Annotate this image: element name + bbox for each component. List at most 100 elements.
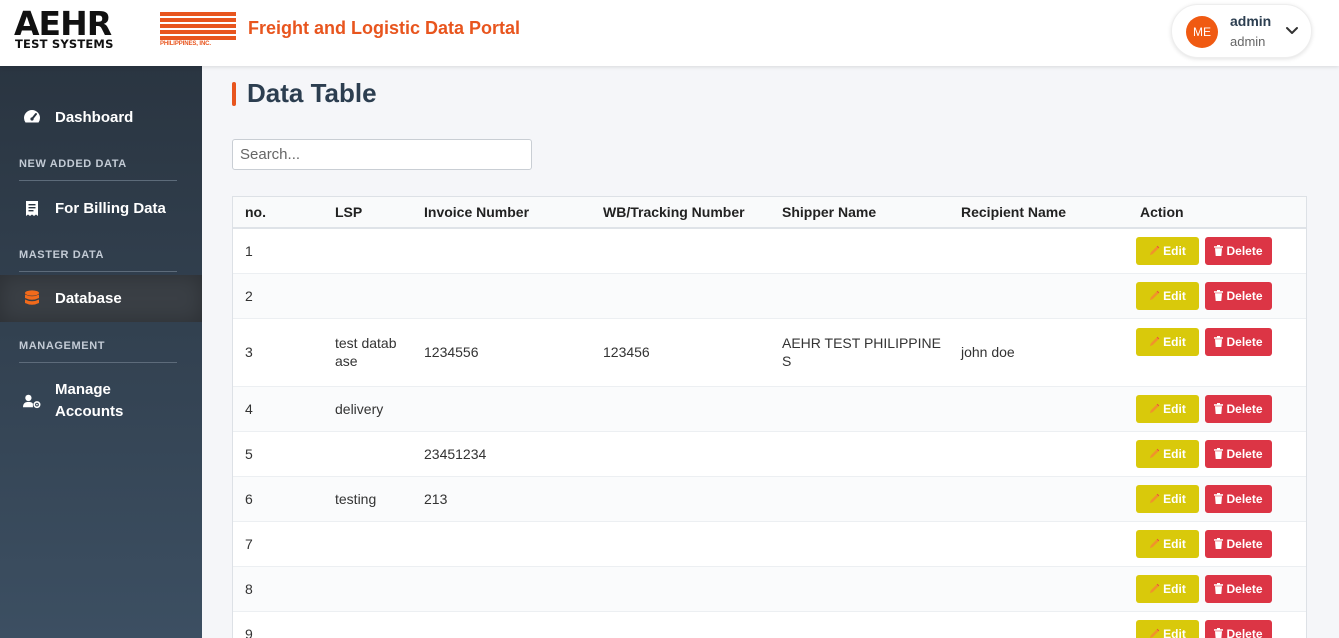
edit-button[interactable]: Edit [1136, 281, 1199, 310]
trash-icon [1214, 403, 1224, 414]
pencil-icon [1150, 493, 1160, 504]
sidebar-item-dashboard[interactable]: Dashboard [0, 96, 202, 138]
column-header[interactable]: Recipient Name [949, 197, 1128, 229]
pencil-icon [1150, 628, 1160, 638]
edit-label: Edit [1163, 626, 1186, 638]
delete-button[interactable]: Delete [1205, 439, 1272, 468]
trash-icon [1214, 448, 1224, 459]
user-menu[interactable]: ME admin admin [1171, 4, 1312, 58]
edit-button[interactable]: Edit [1136, 619, 1199, 638]
edit-button[interactable]: Edit [1136, 394, 1199, 423]
user-name: admin [1230, 13, 1272, 29]
search-input[interactable] [232, 139, 532, 170]
column-header[interactable]: Shipper Name [770, 197, 949, 229]
delete-label: Delete [1226, 626, 1263, 638]
cell-no: 8 [233, 566, 323, 612]
page-title-text: Data Table [247, 78, 377, 108]
column-header[interactable]: Action [1128, 197, 1306, 229]
delete-button[interactable]: Delete [1205, 619, 1272, 638]
trash-icon [1214, 493, 1224, 504]
cell-recipient [949, 566, 1128, 612]
delete-label: Delete [1226, 243, 1263, 258]
pencil-icon [1150, 336, 1160, 347]
sidebar-item-manage-accounts[interactable]: Manage Accounts [0, 377, 202, 425]
cell-recipient [949, 386, 1128, 432]
edit-label: Edit [1163, 401, 1186, 416]
title-accent-bar [232, 81, 236, 106]
edit-button[interactable]: Edit [1136, 574, 1199, 603]
cell-shipper: AEHR TEST PHILIPPINES [770, 318, 949, 387]
pencil-icon [1150, 290, 1160, 301]
table-row: 2 Edit Delete [233, 273, 1306, 319]
edit-button[interactable]: Edit [1136, 484, 1199, 513]
delete-button[interactable]: Delete [1205, 236, 1272, 265]
cell-invoice [412, 228, 591, 274]
trash-icon [1214, 538, 1224, 549]
cell-recipient: john doe [949, 318, 1128, 387]
cell-action: Edit Delete [1128, 318, 1306, 387]
delete-button[interactable]: Delete [1205, 394, 1272, 423]
trash-icon [1214, 336, 1224, 347]
cell-lsp [323, 431, 412, 477]
cell-action: Edit Delete [1128, 386, 1306, 432]
delete-button[interactable]: Delete [1205, 281, 1272, 310]
edit-button[interactable]: Edit [1136, 236, 1199, 265]
delete-button[interactable]: Delete [1205, 327, 1272, 356]
cell-action: Edit Delete [1128, 521, 1306, 567]
edit-label: Edit [1163, 581, 1186, 596]
portal-title: Freight and Logistic Data Portal [248, 18, 521, 38]
edit-label: Edit [1163, 243, 1186, 258]
column-header[interactable]: WB/Tracking Number [591, 197, 770, 229]
pencil-icon [1150, 403, 1160, 414]
delete-label: Delete [1226, 446, 1263, 461]
table-row: 9 Edit Delete [233, 611, 1306, 638]
company-logo[interactable]: AEHR TEST SYSTEMS PHILIPPINES, INC. [14, 6, 236, 52]
cell-shipper [770, 611, 949, 638]
cell-no: 9 [233, 611, 323, 638]
cell-tracking [591, 273, 770, 319]
sidebar-item-database[interactable]: Database [0, 275, 202, 322]
column-header[interactable]: Invoice Number [412, 197, 591, 229]
cell-shipper [770, 431, 949, 477]
sidebar-item-label: For Billing Data [55, 199, 166, 217]
cell-action: Edit Delete [1128, 273, 1306, 319]
column-header[interactable]: no. [233, 197, 323, 229]
cell-invoice [412, 386, 591, 432]
delete-button[interactable]: Delete [1205, 529, 1272, 558]
user-role: admin [1230, 34, 1266, 49]
cell-invoice: 1234556 [412, 318, 591, 387]
cell-recipient [949, 611, 1128, 638]
table-row: 1 Edit Delete [233, 228, 1306, 274]
manage-label-line2: Accounts [55, 403, 124, 420]
trash-icon [1214, 628, 1224, 638]
cell-lsp [323, 521, 412, 567]
sidebar: Dashboard NEW ADDED DATA For Billing Dat… [0, 66, 202, 638]
cell-recipient [949, 476, 1128, 522]
user-cog-icon [23, 392, 41, 410]
cell-lsp: testing [323, 476, 412, 522]
edit-label: Edit [1163, 334, 1186, 349]
cell-lsp [323, 273, 412, 319]
edit-label: Edit [1163, 288, 1186, 303]
edit-button[interactable]: Edit [1136, 439, 1199, 468]
delete-label: Delete [1226, 334, 1263, 349]
cell-shipper [770, 476, 949, 522]
column-header[interactable]: LSP [323, 197, 412, 229]
delete-label: Delete [1226, 288, 1263, 303]
cell-action: Edit Delete [1128, 611, 1306, 638]
cell-no: 6 [233, 476, 323, 522]
sidebar-item-label: Database [55, 290, 122, 307]
edit-button[interactable]: Edit [1136, 327, 1199, 356]
edit-label: Edit [1163, 446, 1186, 461]
chevron-down-icon[interactable] [1284, 22, 1300, 38]
sidebar-item-for-billing[interactable]: For Billing Data [0, 187, 202, 229]
logo-tagline: PHILIPPINES, INC. [160, 41, 211, 47]
delete-button[interactable]: Delete [1205, 484, 1272, 513]
delete-button[interactable]: Delete [1205, 574, 1272, 603]
cell-action: Edit Delete [1128, 228, 1306, 274]
pencil-icon [1150, 583, 1160, 594]
cell-shipper [770, 521, 949, 567]
edit-button[interactable]: Edit [1136, 529, 1199, 558]
cell-recipient [949, 273, 1128, 319]
table-row: 4 delivery Edit Delete [233, 386, 1306, 432]
